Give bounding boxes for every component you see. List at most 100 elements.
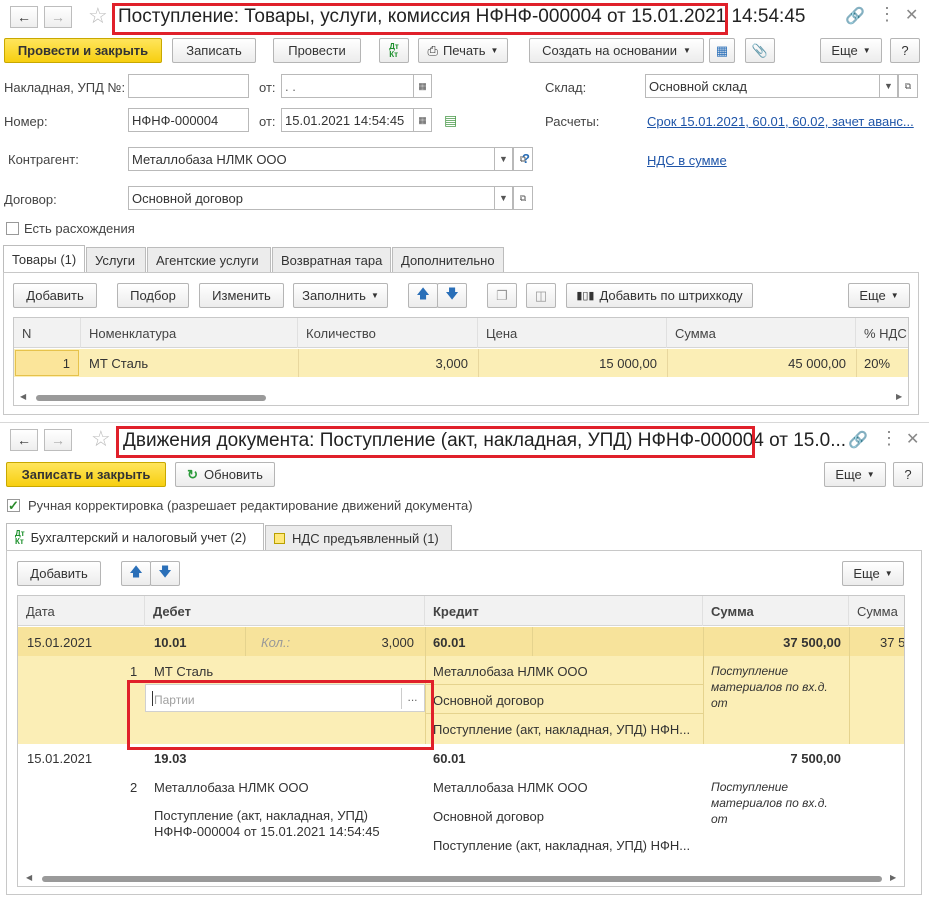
chevron-down-icon: ▼ xyxy=(490,46,499,55)
contract-dropdown[interactable]: ▼ xyxy=(494,186,513,210)
col-sum-2[interactable]: Сумма xyxy=(849,596,904,626)
contract-open-button[interactable]: ⧉ xyxy=(513,186,533,210)
table-more-button[interactable]: Еще ▼ xyxy=(848,283,910,308)
vat-included-link[interactable]: НДС в сумме xyxy=(647,153,727,168)
tab-goods[interactable]: Товары (1) xyxy=(3,245,85,273)
number-date-input[interactable]: 15.01.2021 14:54:45 xyxy=(281,108,414,132)
tab-accounting[interactable]: Дт Кт Бухгалтерский и налоговый учет (2) xyxy=(6,523,264,551)
debit-account: 19.03 xyxy=(154,751,187,766)
col-debit[interactable]: Дебет xyxy=(145,596,425,626)
star-icon[interactable]: ☆ xyxy=(91,426,111,452)
refresh-button[interactable]: ↻ Обновить xyxy=(175,462,275,487)
forward-button[interactable]: → xyxy=(44,6,72,28)
chevron-down-icon: ▼ xyxy=(884,81,893,91)
structure-button[interactable]: ▦ xyxy=(709,38,735,63)
copy-button[interactable]: ❐ xyxy=(487,283,517,308)
attach-button[interactable]: 📎 xyxy=(745,38,775,63)
star-icon[interactable]: ☆ xyxy=(88,3,108,29)
link-icon[interactable]: 🔗 xyxy=(845,6,865,26)
more-dots-icon[interactable]: ⋮ xyxy=(878,4,896,25)
close-icon[interactable]: ✕ xyxy=(905,5,918,25)
dtkt-button[interactable]: Дт Кт xyxy=(379,38,409,63)
link-icon[interactable]: 🔗 xyxy=(848,430,868,450)
add-entry-button[interactable]: Добавить xyxy=(17,561,101,586)
forward-button-2[interactable]: → xyxy=(44,429,72,451)
print-button[interactable]: ⎙ Печать ▼ xyxy=(418,38,508,63)
open-icon: ⧉ xyxy=(519,192,527,203)
col-vat[interactable]: % НДС xyxy=(856,318,908,348)
tab-returnable-containers[interactable]: Возвратная тара xyxy=(272,247,391,273)
move-up-button-2[interactable]: 🡅 xyxy=(121,561,151,586)
create-based-on-button[interactable]: Создать на основании ▼ xyxy=(529,38,704,63)
save-and-close-button[interactable]: Записать и закрыть xyxy=(6,462,166,487)
move-down-button-2[interactable]: 🡇 xyxy=(150,561,180,586)
back-button[interactable]: ← xyxy=(10,6,38,28)
tab-vat-presented[interactable]: НДС предъявленный (1) xyxy=(265,525,452,551)
arrow-up-icon: 🡅 xyxy=(129,563,143,579)
calendar-button-2[interactable]: ▦ xyxy=(413,108,432,132)
warehouse-dropdown[interactable]: ▼ xyxy=(879,74,898,98)
warehouse-open-button[interactable]: ⧉ xyxy=(898,74,918,98)
more-dots-icon[interactable]: ⋮ xyxy=(880,428,898,449)
fill-button[interactable]: Заполнить ▼ xyxy=(293,283,388,308)
col-n[interactable]: N xyxy=(14,318,81,348)
contract-input[interactable]: Основной договор xyxy=(128,186,495,210)
add-by-barcode-button[interactable]: ▮▯▮ Добавить по штрихкоду xyxy=(566,283,753,308)
col-quantity[interactable]: Количество xyxy=(298,318,478,348)
more-button-2[interactable]: Еще ▼ xyxy=(824,462,886,487)
move-down-button[interactable]: 🡇 xyxy=(437,283,467,308)
scroll-left-icon[interactable]: ◀ xyxy=(26,873,32,882)
pick-button[interactable]: Подбор xyxy=(117,283,189,308)
help-question-icon[interactable]: ? xyxy=(522,151,530,166)
col-nomenclature[interactable]: Номенклатура xyxy=(81,318,298,348)
scroll-left-icon[interactable]: ◀ xyxy=(20,392,26,401)
invoice-date-input[interactable]: . . xyxy=(281,74,414,98)
settlements-link[interactable]: Срок 15.01.2021, 60.01, 60.02, зачет ава… xyxy=(647,114,914,129)
col-sum[interactable]: Сумма xyxy=(667,318,856,348)
counterparty-input[interactable]: Металлобаза НЛМК ООО xyxy=(128,147,495,171)
manual-correction-checkbox[interactable]: ✓ xyxy=(7,499,20,512)
chevron-down-icon: ▼ xyxy=(499,154,508,164)
col-credit[interactable]: Кредит xyxy=(425,596,703,626)
tab-additional[interactable]: Дополнительно xyxy=(392,247,504,273)
add-row-button[interactable]: Добавить xyxy=(13,283,97,308)
arrow-right-icon: → xyxy=(51,432,65,448)
chevron-down-icon: ▼ xyxy=(884,569,893,578)
table-more-button-2[interactable]: Еще ▼ xyxy=(842,561,904,586)
row-divider xyxy=(856,349,857,377)
tab-agent-services[interactable]: Агентские услуги xyxy=(147,247,271,273)
counterparty-dropdown[interactable]: ▼ xyxy=(494,147,513,171)
arrow-down-icon: 🡇 xyxy=(445,285,459,301)
move-up-button[interactable]: 🡅 xyxy=(408,283,438,308)
post-and-close-button[interactable]: Провести и закрыть xyxy=(4,38,162,63)
change-button[interactable]: Изменить xyxy=(199,283,284,308)
calendar-button[interactable]: ▦ xyxy=(413,74,432,98)
arrow-left-icon: ← xyxy=(17,9,31,25)
fill-label: Заполнить xyxy=(302,288,366,303)
horizontal-scrollbar-thumb[interactable] xyxy=(36,395,266,401)
warehouse-input[interactable]: Основной склад xyxy=(645,74,880,98)
vat-register-icon xyxy=(274,533,285,544)
number-input[interactable]: НФНФ-000004 xyxy=(128,108,249,132)
scroll-right-icon[interactable]: ▶ xyxy=(890,873,896,882)
horizontal-scrollbar-thumb[interactable] xyxy=(42,876,882,882)
help-button[interactable]: ? xyxy=(890,38,920,63)
col-date[interactable]: Дата xyxy=(18,596,145,626)
paste-button[interactable]: ◫ xyxy=(526,283,556,308)
edit-history-icon[interactable]: ▤ xyxy=(444,112,457,129)
post-button[interactable]: Провести xyxy=(273,38,361,63)
discrepancy-label: Есть расхождения xyxy=(24,221,135,236)
back-button-2[interactable]: ← xyxy=(10,429,38,451)
col-sum[interactable]: Сумма xyxy=(703,596,849,626)
discrepancy-checkbox[interactable] xyxy=(6,222,19,235)
scroll-right-icon[interactable]: ▶ xyxy=(896,392,902,401)
tab-services[interactable]: Услуги xyxy=(86,247,146,273)
more-button[interactable]: Еще ▼ xyxy=(820,38,882,63)
save-button[interactable]: Записать xyxy=(172,38,256,63)
invoice-number-input[interactable] xyxy=(128,74,249,98)
credit-account: 60.01 xyxy=(433,751,466,766)
col-price[interactable]: Цена xyxy=(478,318,667,348)
row-item: МТ Сталь xyxy=(89,356,149,371)
help-button-2[interactable]: ? xyxy=(893,462,923,487)
close-icon[interactable]: ✕ xyxy=(906,429,919,449)
